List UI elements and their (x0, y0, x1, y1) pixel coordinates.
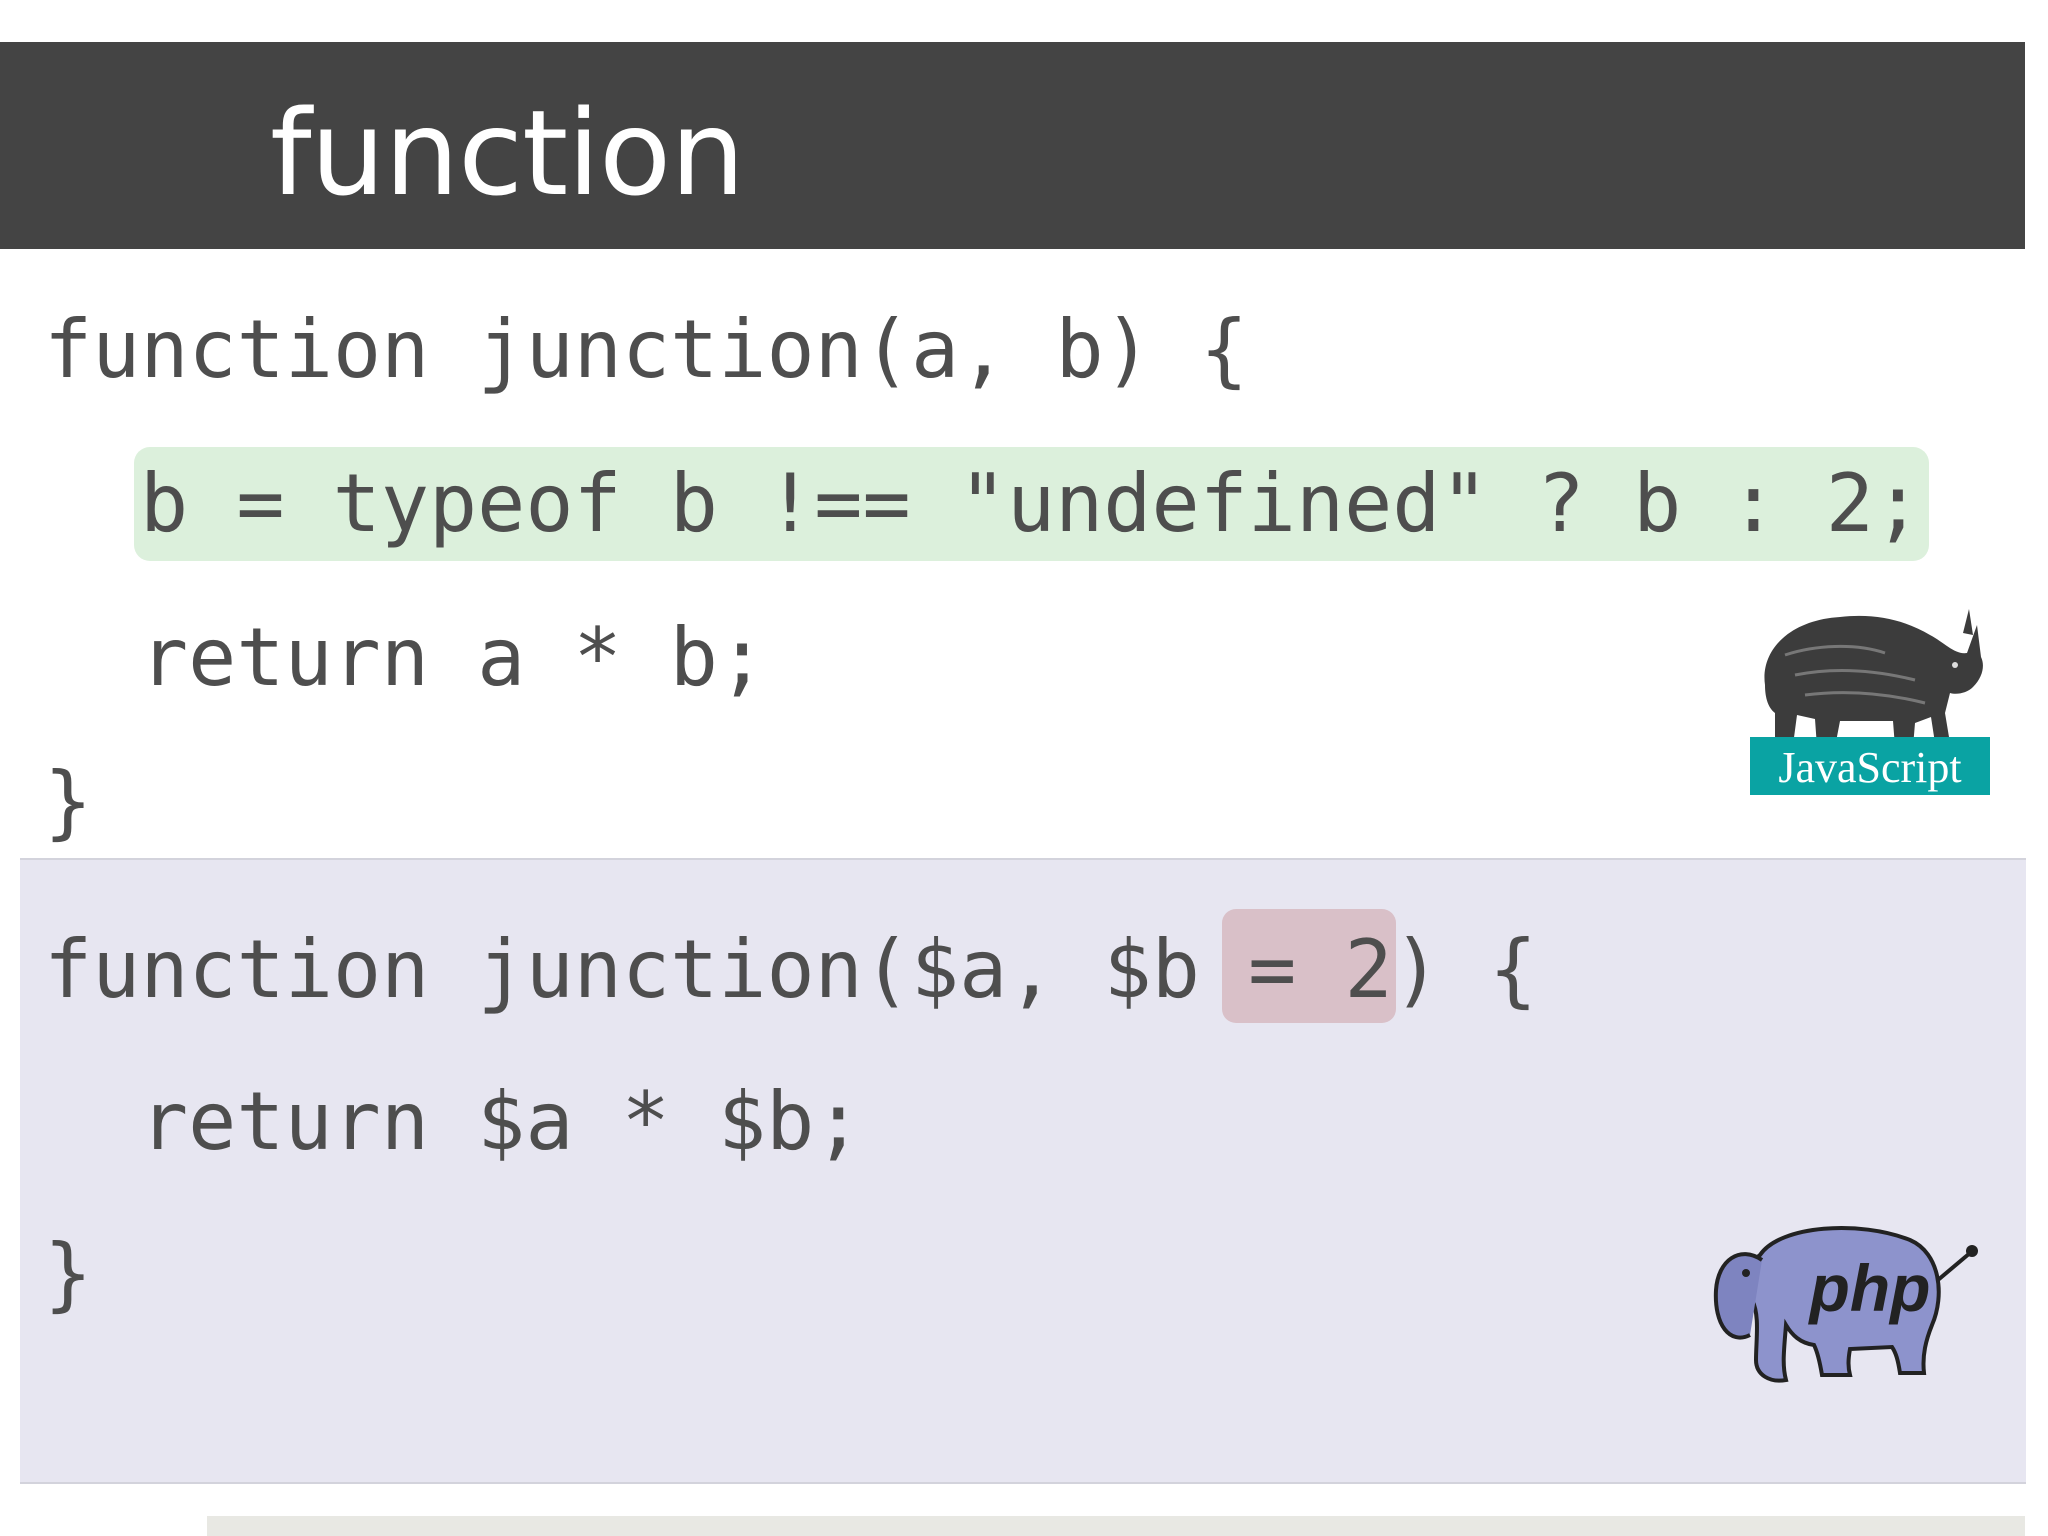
php-code-line-1-post: ) { (1392, 923, 1538, 1016)
php-code-line-1-default: = 2 (1248, 923, 1393, 1016)
php-code-line-2-text: return $a * $b; (140, 1075, 863, 1168)
javascript-logo-label: JavaScript (1778, 743, 1961, 792)
php-code-line-3: } (44, 1227, 93, 1320)
js-code-line-1: function junction(a, b) { (44, 303, 1249, 396)
js-code-line-4: } (44, 755, 93, 848)
elephant-php-logo-icon: php (1700, 1215, 1985, 1395)
php-code-line-2: return $a * $b; (44, 1074, 862, 1170)
js-code-line-2: b = typeof b !== "undefined" ? b : 2; (44, 456, 1922, 552)
js-code-line-2-text: b = typeof b !== "undefined" ? b : 2; (140, 457, 1923, 550)
js-code-line-3-text: return a * b; (140, 611, 767, 704)
slide-title: function (270, 84, 745, 222)
php-logo-label: php (1808, 1251, 1931, 1325)
js-code-line-3: return a * b; (44, 610, 766, 706)
php-code-line-1: function junction($a, $b = 2) { (44, 922, 1537, 1018)
rhino-javascript-logo-icon: JavaScript (1745, 595, 1990, 795)
php-code-line-1-pre: function junction($a, $b (44, 923, 1249, 1016)
next-slide-strip (207, 1516, 2025, 1536)
